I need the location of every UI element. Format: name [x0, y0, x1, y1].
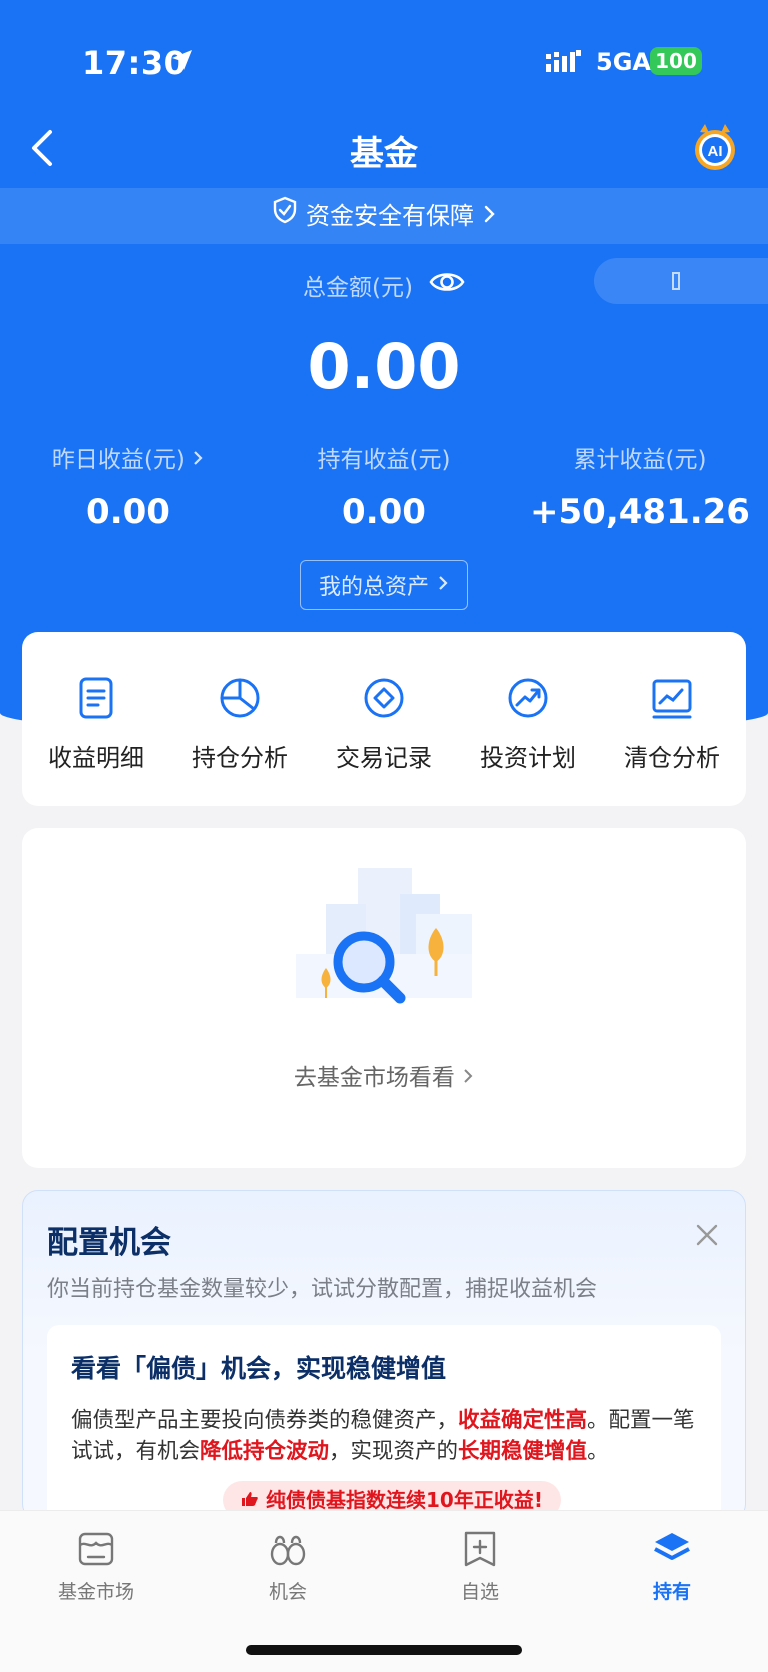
stat-value: +50,481.26	[530, 492, 750, 532]
tab-fund-market[interactable]: 基金市场	[0, 1529, 192, 1604]
holding-earnings: 持有收益(元) 0.00	[256, 440, 512, 532]
safety-banner[interactable]: 资金安全有保障	[0, 188, 768, 244]
highlight-text: 收益确定性高	[458, 1408, 588, 1433]
eye-icon[interactable]	[429, 269, 465, 301]
empty-holdings-card: 去基金市场看看	[22, 828, 746, 1168]
tool-investment-plan[interactable]: 投资计划	[456, 674, 600, 773]
signal-icon	[546, 50, 582, 78]
chart-board-icon	[648, 674, 696, 722]
cumulative-earnings: 累计收益(元) +50,481.26	[512, 440, 768, 532]
pie-chart-icon	[216, 674, 264, 722]
side-floating-pill[interactable]	[594, 258, 768, 304]
safety-banner-text: 资金安全有保障	[306, 202, 474, 230]
tool-transaction-records[interactable]: 交易记录	[312, 674, 456, 773]
body-text: 偏债型产品主要投向债券类的稳健资产，	[71, 1408, 459, 1433]
config-subtitle: 你当前持仓基金数量较少，试试分散配置，捕捉收益机会	[47, 1277, 598, 1302]
tab-label: 机会	[268, 1581, 307, 1603]
empty-link-text: 去基金市场看看	[293, 1065, 455, 1091]
tool-label: 投资计划	[480, 744, 576, 772]
chevron-right-icon	[185, 447, 204, 473]
page-title: 基金	[350, 134, 418, 174]
stat-label: 昨日收益(元)	[51, 447, 185, 473]
layers-icon	[652, 1529, 692, 1569]
stat-label: 持有收益(元)	[317, 447, 451, 473]
document-icon	[72, 674, 120, 722]
tool-label: 清仓分析	[624, 744, 720, 772]
chevron-right-icon	[462, 1065, 474, 1091]
diamond-icon	[360, 674, 408, 722]
close-icon[interactable]	[695, 1223, 719, 1251]
quick-tools-card: 收益明细 持仓分析 交易记录 投资计划 清仓分析	[22, 632, 746, 806]
assets-button-label: 我的总资产	[318, 575, 429, 600]
status-bar: 17:30 5GA 100	[0, 40, 768, 84]
bond-card-body: 偏债型产品主要投向债券类的稳健资产，收益确定性高。配置一笔试试，有机会降低持仓波…	[71, 1405, 701, 1467]
chevron-right-icon	[482, 188, 496, 244]
tool-holding-analysis[interactable]: 持仓分析	[168, 674, 312, 773]
highlight-text: 降低持仓波动	[200, 1439, 330, 1464]
tab-watchlist[interactable]: 自选	[384, 1529, 576, 1604]
network-type: 5GA	[596, 48, 651, 76]
search-illustration-icon	[296, 868, 472, 1022]
promo-badge-text: 纯债债基指数连续10年正收益!	[266, 1488, 543, 1512]
nav-bar: 基金 AI	[0, 112, 768, 188]
trend-up-icon	[504, 674, 552, 722]
bond-card-title: 看看「偏债」机会，实现稳健增值	[71, 1354, 447, 1383]
tool-label: 持仓分析	[192, 744, 288, 772]
tool-earnings-detail[interactable]: 收益明细	[24, 674, 168, 773]
go-to-fund-market-link[interactable]: 去基金市场看看	[22, 1058, 746, 1092]
bond-opportunity-card[interactable]: 看看「偏债」机会，实现稳健增值 偏债型产品主要投向债券类的稳健资产，收益确定性高…	[47, 1325, 721, 1525]
body-text: 。	[587, 1439, 609, 1464]
yesterday-earnings[interactable]: 昨日收益(元) 0.00	[0, 440, 256, 532]
highlight-text: 长期稳健增值	[458, 1439, 588, 1464]
stat-value: 0.00	[86, 492, 170, 532]
tab-opportunity[interactable]: 机会	[192, 1529, 384, 1604]
chevron-right-icon	[437, 573, 449, 598]
binoculars-icon	[268, 1529, 308, 1569]
ai-assistant-icon[interactable]: AI	[690, 122, 740, 172]
tool-label: 收益明细	[48, 744, 144, 772]
thumbs-up-icon	[241, 1488, 259, 1512]
total-amount-label: 总金额(元)	[303, 275, 413, 301]
my-total-assets-button[interactable]: 我的总资产	[300, 560, 468, 610]
add-favorite-icon	[460, 1529, 500, 1569]
tab-label: 自选	[460, 1581, 499, 1603]
tool-label: 交易记录	[336, 744, 432, 772]
body-text: ，实现资产的	[329, 1439, 459, 1464]
stat-value: 0.00	[342, 492, 426, 532]
home-indicator[interactable]	[246, 1645, 522, 1655]
pill-mark	[672, 272, 680, 290]
tool-clearance-analysis[interactable]: 清仓分析	[600, 674, 744, 773]
location-arrow-icon	[170, 48, 194, 76]
shield-check-icon	[272, 188, 298, 244]
tab-holdings[interactable]: 持有	[576, 1529, 768, 1604]
battery-indicator: 100	[650, 47, 702, 75]
tab-label: 持有	[652, 1581, 691, 1603]
tab-label: 基金市场	[57, 1581, 134, 1603]
ai-badge-text: AI	[708, 143, 723, 160]
market-icon	[76, 1529, 116, 1569]
config-opportunity-card: 配置机会 你当前持仓基金数量较少，试试分散配置，捕捉收益机会 看看「偏债」机会，…	[22, 1190, 746, 1525]
total-amount-value: 0.00	[307, 330, 461, 403]
config-title: 配置机会	[47, 1225, 171, 1261]
stat-label: 累计收益(元)	[573, 447, 707, 473]
